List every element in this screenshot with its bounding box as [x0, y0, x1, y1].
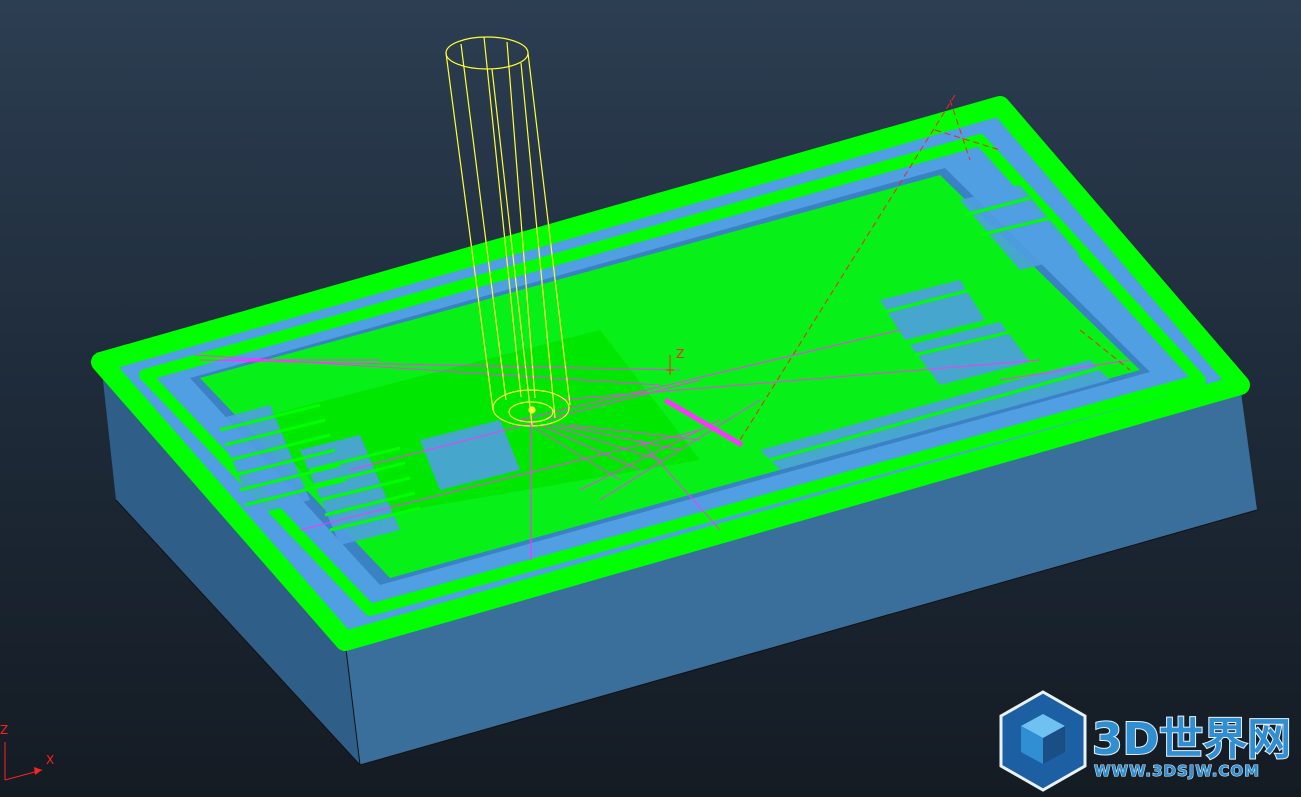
view-triad: Z X	[0, 723, 54, 781]
triad-z-label: Z	[0, 723, 8, 737]
triad-x-label: X	[46, 753, 54, 767]
watermark-url: WWW.3DSJW.COM	[1094, 762, 1260, 780]
watermark-title: 3D世界网	[1092, 714, 1291, 765]
watermark: 3D世界网 WWW.3DSJW.COM	[999, 690, 1292, 792]
hexagon-cube-logo-icon	[999, 690, 1087, 792]
cam-3d-viewport[interactable]: Z Z X 3D世界网 WWW.3DSJW.COM	[0, 0, 1301, 797]
local-z-label: Z	[676, 347, 684, 361]
